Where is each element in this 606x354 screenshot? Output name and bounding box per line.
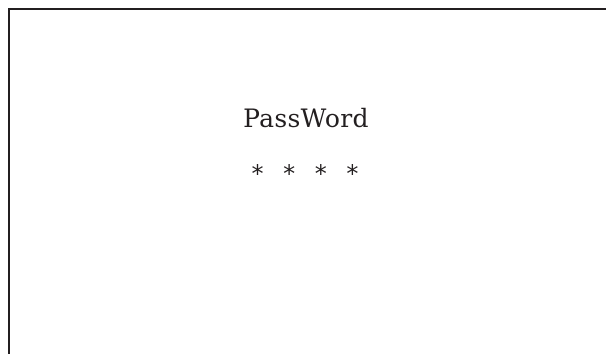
password-label: PassWord: [243, 104, 369, 133]
password-input[interactable]: * * * *: [8, 162, 604, 186]
